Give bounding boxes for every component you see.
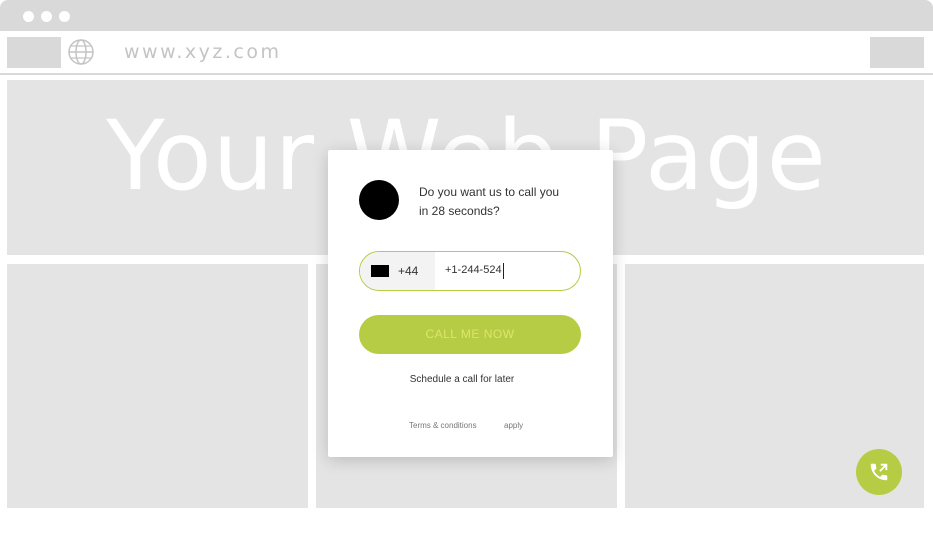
- call-me-now-button[interactable]: CALL ME NOW: [359, 315, 581, 354]
- schedule-call-link[interactable]: Schedule a call for later: [328, 374, 596, 385]
- callback-widget: Do you want us to call you in 28 seconds…: [328, 150, 613, 457]
- terms-apply-text: apply: [504, 421, 524, 430]
- terms-link[interactable]: Terms & conditions: [409, 421, 477, 430]
- url-text[interactable]: www.xyz.com: [124, 41, 282, 63]
- window-minimize-dot[interactable]: [41, 11, 52, 22]
- window-close-dot[interactable]: [23, 11, 34, 22]
- flag-icon: [371, 265, 389, 277]
- country-code: +44: [398, 264, 419, 278]
- browser-nav-button[interactable]: [7, 37, 61, 68]
- browser-titlebar: [0, 0, 933, 31]
- browser-menu-button[interactable]: [870, 37, 924, 68]
- callback-question: Do you want us to call you in 28 seconds…: [419, 185, 560, 218]
- content-block-left: [7, 264, 308, 508]
- globe-icon: [68, 39, 94, 65]
- browser-address-bar: www.xyz.com: [0, 31, 933, 75]
- phone-call-icon: [870, 463, 888, 481]
- window-maximize-dot[interactable]: [59, 11, 70, 22]
- country-selector[interactable]: +44: [360, 252, 435, 290]
- phone-input-group: +44 +1-244-524: [359, 251, 581, 291]
- floating-call-button[interactable]: [856, 449, 902, 495]
- avatar: [359, 180, 399, 220]
- phone-number-input[interactable]: +1-244-524: [445, 263, 504, 279]
